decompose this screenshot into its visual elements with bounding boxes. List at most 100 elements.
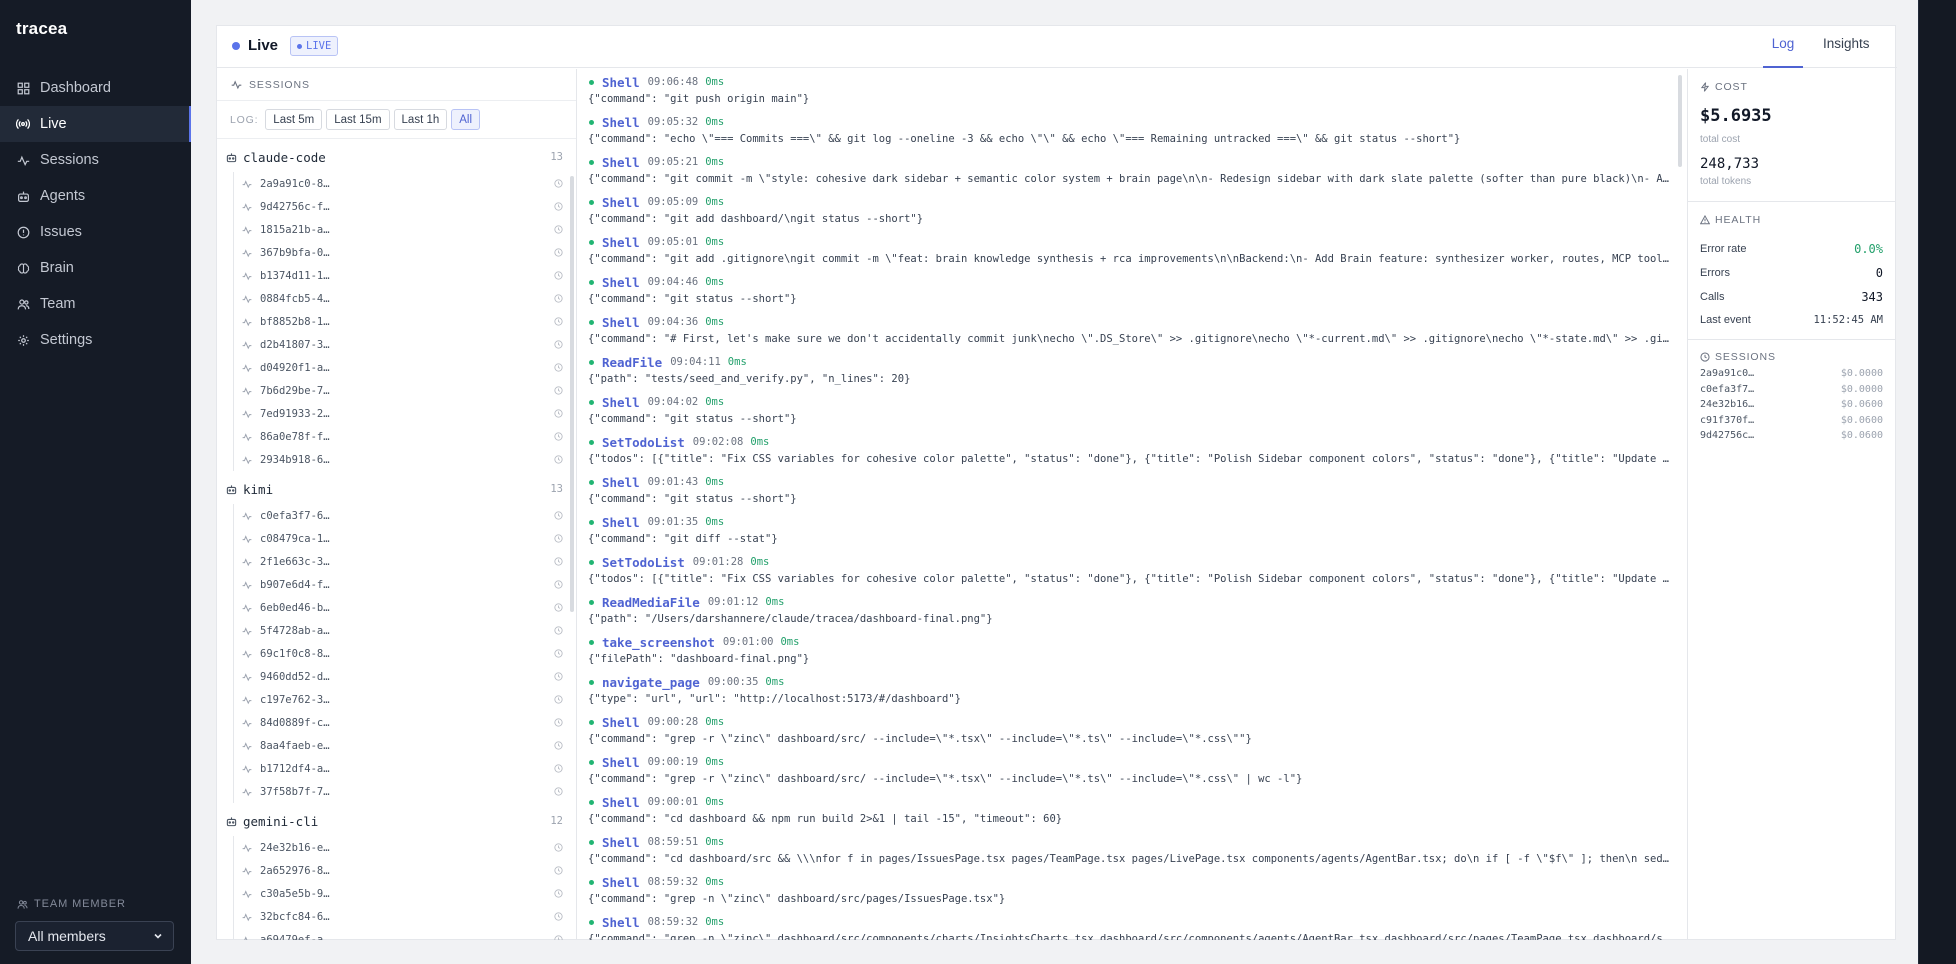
session-list-item[interactable]: c0efa3f7-6… xyxy=(234,504,576,527)
team-member-select[interactable]: All members xyxy=(15,921,174,951)
session-cost-row[interactable]: c91f370f… $0.0600 xyxy=(1700,415,1883,426)
session-list-item[interactable]: c08479ca-1… xyxy=(234,527,576,550)
session-list-item[interactable]: 84d0889f-c… xyxy=(234,711,576,734)
sidebar-item-team[interactable]: Team xyxy=(0,286,191,322)
session-group-header[interactable]: kimi 13 xyxy=(217,474,576,504)
session-list-item[interactable]: 2a9a91c0-8… xyxy=(234,172,576,195)
sidebar-item-settings[interactable]: Settings xyxy=(0,322,191,358)
health-label: Last event xyxy=(1700,314,1751,326)
session-list-item[interactable]: 9460dd52-d… xyxy=(234,665,576,688)
divider xyxy=(1688,339,1896,340)
tab-log[interactable]: Log xyxy=(1763,36,1803,68)
session-list-item[interactable]: 0884fcb5-4… xyxy=(234,287,576,310)
app-brand[interactable]: tracea xyxy=(16,19,67,39)
session-cost-row[interactable]: c0efa3f7… $0.0000 xyxy=(1700,384,1883,395)
log-entry[interactable]: Shell 08:59:51 0ms {"command": "cd dashboar… xyxy=(578,829,1685,869)
session-group-header[interactable]: gemini-cli 12 xyxy=(217,806,576,836)
tool-arguments: {"command": "git commit -m \"style: cohe… xyxy=(588,173,1670,185)
filter-last-15m-button[interactable]: Last 15m xyxy=(326,109,390,130)
log-entry[interactable]: Shell 09:00:19 0ms {"command": "grep -r \"z… xyxy=(578,749,1685,789)
activity-icon xyxy=(242,363,252,373)
session-list-item[interactable]: b1374d11-1… xyxy=(234,264,576,287)
session-list-item[interactable]: b907e6d4-f… xyxy=(234,573,576,596)
session-list-item[interactable]: d04920f1-a… xyxy=(234,356,576,379)
log-scrollbar[interactable] xyxy=(1678,75,1682,167)
session-cost-row[interactable]: 2a9a91c0… $0.0000 xyxy=(1700,368,1883,379)
log-entry[interactable]: ReadFile 09:04:11 0ms {"path": "tests/seed_… xyxy=(578,349,1685,389)
session-cost-row[interactable]: 24e32b16… $0.0600 xyxy=(1700,399,1883,410)
session-list-item[interactable]: b1712df4-a… xyxy=(234,757,576,780)
log-entry[interactable]: Shell 09:01:35 0ms {"command": "git diff --… xyxy=(578,509,1685,549)
session-list-item[interactable]: 2f1e663c-3… xyxy=(234,550,576,573)
tool-name: Shell xyxy=(602,874,640,890)
filter-last-1h-button[interactable]: Last 1h xyxy=(393,109,448,130)
log-entry[interactable]: Shell 09:05:09 0ms {"command": "git add das… xyxy=(578,189,1685,229)
activity-icon xyxy=(242,889,252,899)
session-cost-row[interactable]: 9d42756c… $0.0600 xyxy=(1700,430,1883,441)
sidebar-item-sessions[interactable]: Sessions xyxy=(0,142,191,178)
health-label: Error rate xyxy=(1700,243,1747,255)
tool-name: SetTodoList xyxy=(602,554,685,570)
session-list-item[interactable]: 24e32b16-e… xyxy=(234,836,576,859)
sidebar-item-agents[interactable]: Agents xyxy=(0,178,191,214)
session-list-item[interactable]: 1815a21b-a… xyxy=(234,218,576,241)
duration: 0ms xyxy=(705,716,725,728)
log-entry[interactable]: Shell 09:04:46 0ms {"command": "git status … xyxy=(578,269,1685,309)
session-list-item[interactable]: 6eb0ed46-b… xyxy=(234,596,576,619)
log-entry[interactable]: Shell 08:59:32 0ms {"command": "grep -n \"z… xyxy=(578,909,1685,941)
clock-icon xyxy=(554,317,563,326)
users-icon xyxy=(17,899,28,910)
log-entry[interactable]: Shell 09:06:48 0ms {"command": "git push or… xyxy=(578,69,1685,109)
log-entry[interactable]: Shell 09:01:43 0ms {"command": "git status … xyxy=(578,469,1685,509)
status-dot xyxy=(589,159,594,165)
session-list-item[interactable]: 8aa4faeb-e… xyxy=(234,734,576,757)
log-entry[interactable]: Shell 09:00:01 0ms {"command": "cd dashboar… xyxy=(578,789,1685,829)
session-list-item[interactable]: 37f58b7f-7… xyxy=(234,780,576,803)
session-list-item[interactable]: 2934b918-6… xyxy=(234,448,576,471)
activity-icon xyxy=(242,179,252,189)
health-row-errors: Errors 0 xyxy=(1700,266,1883,280)
session-list-item[interactable]: 69c1f0c8-8… xyxy=(234,642,576,665)
sidebar-item-brain[interactable]: Brain xyxy=(0,250,191,286)
session-list-item[interactable]: 9d42756c-f… xyxy=(234,195,576,218)
log-entry[interactable]: navigate_page 09:00:35 0ms {"type": "url", … xyxy=(578,669,1685,709)
session-list-item[interactable]: 7b6d29be-7… xyxy=(234,379,576,402)
log-entry[interactable]: Shell 09:05:21 0ms {"command": "git commit … xyxy=(578,149,1685,189)
chevron-down-icon xyxy=(153,931,163,941)
session-list-item[interactable]: a69479ef-a… xyxy=(234,928,576,940)
log-entry[interactable]: SetTodoList 09:02:08 0ms {"todos": [{"title… xyxy=(578,429,1685,469)
log-entry[interactable]: Shell 09:04:36 0ms {"command": "# First, le… xyxy=(578,309,1685,349)
session-list-item[interactable]: 7ed91933-2… xyxy=(234,402,576,425)
sidebar-item-live[interactable]: Live xyxy=(0,106,191,142)
log-entry-header: Shell 09:00:28 0ms xyxy=(588,715,1685,730)
sidebar-item-dashboard[interactable]: Dashboard xyxy=(0,70,191,106)
session-list-item[interactable]: bf8852b8-1… xyxy=(234,310,576,333)
log-entry[interactable]: Shell 09:04:02 0ms {"command": "git status … xyxy=(578,389,1685,429)
log-entry[interactable]: Shell 09:05:01 0ms {"command": "git add .gi… xyxy=(578,229,1685,269)
session-list-item[interactable]: c197e762-3… xyxy=(234,688,576,711)
sidebar-item-issues[interactable]: Issues xyxy=(0,214,191,250)
tool-arguments: {"command": "git add .gitignore\ngit com… xyxy=(588,253,1670,265)
session-list-item[interactable]: d2b41807-3… xyxy=(234,333,576,356)
log-entry[interactable]: Shell 08:59:32 0ms {"command": "grep -n \"z… xyxy=(578,869,1685,909)
log-entry[interactable]: SetTodoList 09:01:28 0ms {"todos": [{"title… xyxy=(578,549,1685,589)
session-list-item[interactable]: c30a5e5b-9… xyxy=(234,882,576,905)
tool-name: ReadFile xyxy=(602,354,663,370)
activity-icon xyxy=(242,534,252,544)
log-entry[interactable]: Shell 09:05:32 0ms {"command": "echo \"=== … xyxy=(578,109,1685,149)
log-entry[interactable]: ReadMediaFile 09:01:12 0ms {"path": "/Users… xyxy=(578,589,1685,629)
filter-last-5m-button[interactable]: Last 5m xyxy=(265,109,323,130)
session-list-item[interactable]: 86a0e78f-f… xyxy=(234,425,576,448)
session-group-header[interactable]: claude-code 13 xyxy=(217,142,576,172)
tool-name: Shell xyxy=(602,914,640,930)
log-entry[interactable]: take_screenshot 09:01:00 0ms {"filePath": "… xyxy=(578,629,1685,669)
session-list-item[interactable]: 5f4728ab-a… xyxy=(234,619,576,642)
tab-insights[interactable]: Insights xyxy=(1823,36,1870,68)
sessions-scrollbar[interactable] xyxy=(570,176,574,612)
session-id: c30a5e5b-9… xyxy=(260,887,330,900)
session-list-item[interactable]: 2a652976-8… xyxy=(234,859,576,882)
log-entry[interactable]: Shell 09:00:28 0ms {"command": "grep -r \"z… xyxy=(578,709,1685,749)
session-list-item[interactable]: 367b9bfa-0… xyxy=(234,241,576,264)
session-list-item[interactable]: 32bcfc84-6… xyxy=(234,905,576,928)
filter-all-button[interactable]: All xyxy=(451,109,481,130)
